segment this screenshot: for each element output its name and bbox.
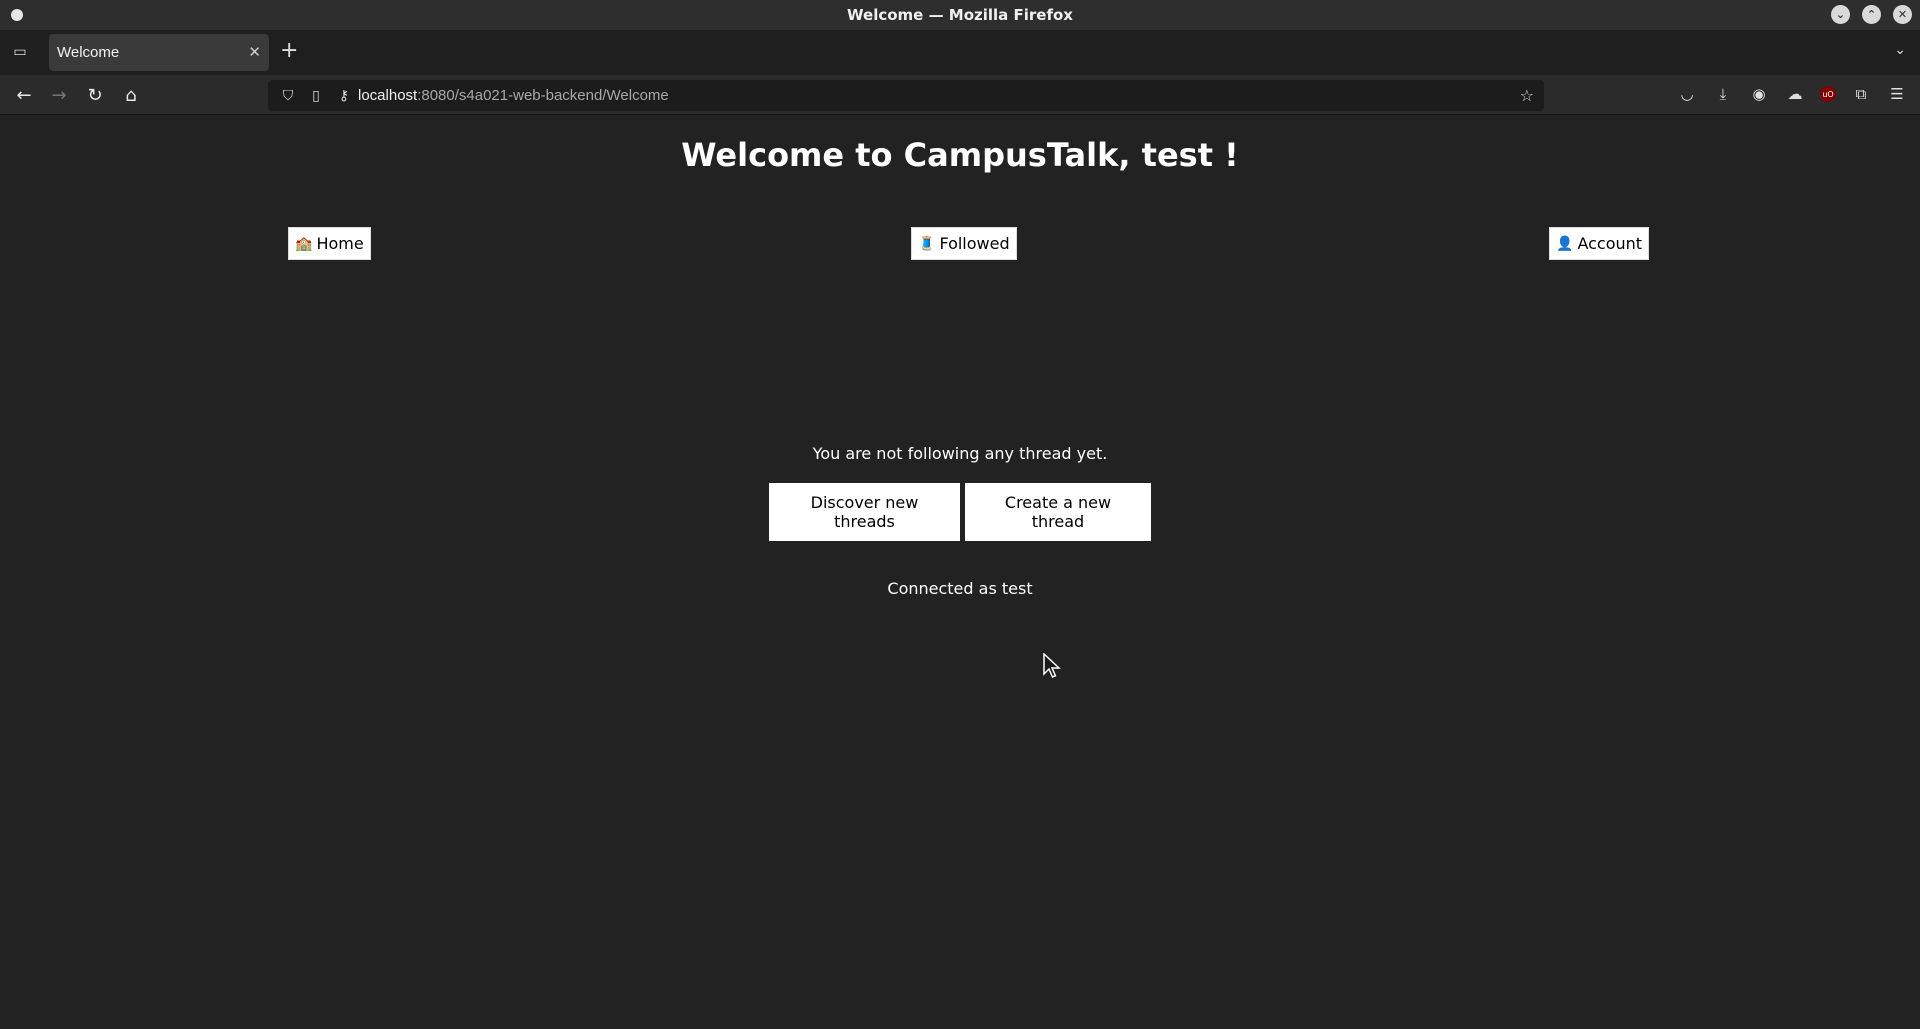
page-content: Welcome to CampusTalk, test ! 🏫 Home 🧵 F… xyxy=(0,116,1920,1029)
user-icon: 👤 xyxy=(1556,235,1574,252)
back-icon[interactable]: ← xyxy=(12,83,36,107)
mouse-cursor-icon xyxy=(1043,653,1061,678)
window-menu-icon[interactable] xyxy=(11,9,23,21)
tab-welcome[interactable]: Welcome ✕ xyxy=(49,34,269,71)
extensions-icon[interactable]: ⧉ xyxy=(1850,83,1872,105)
window-title: Welcome — Mozilla Firefox xyxy=(847,6,1073,24)
tab-label: Welcome xyxy=(57,44,120,61)
tab-overview-icon[interactable]: ▭ xyxy=(10,42,30,62)
nav-account-link[interactable]: 👤 Account xyxy=(1549,227,1650,260)
minimize-icon[interactable]: ⌄ xyxy=(1831,5,1850,24)
close-tab-icon[interactable]: ✕ xyxy=(248,43,261,61)
reload-icon[interactable]: ↻ xyxy=(83,83,107,107)
empty-followed-message: You are not following any thread yet. xyxy=(812,444,1108,463)
connected-status: Connected as test xyxy=(887,579,1033,598)
pocket-icon[interactable]: ◡ xyxy=(1676,83,1698,105)
nav-account-label: Account xyxy=(1577,234,1643,253)
home-icon[interactable]: ⌂ xyxy=(119,83,143,107)
downloads-icon[interactable]: ⤓ xyxy=(1712,83,1734,105)
nav-home-label: Home xyxy=(316,234,364,253)
navigation-toolbar: ← → ↻ ⌂ ⛉ ▯ ⚷ localhost:8080/s4a021-web-… xyxy=(0,75,1920,115)
nav-home-link[interactable]: 🏫 Home xyxy=(288,227,371,260)
window-titlebar: Welcome — Mozilla Firefox ⌄ ⌃ ✕ xyxy=(0,0,1920,30)
thread-actions: Discover new threads Create a new thread xyxy=(769,483,1151,541)
nav-followed-label: Followed xyxy=(939,234,1010,253)
url-path: :8080/s4a021-web-backend/Welcome xyxy=(417,87,669,104)
menu-icon[interactable]: ☰ xyxy=(1886,83,1908,105)
list-all-tabs-icon[interactable]: ⌄ xyxy=(1894,42,1906,58)
thread-icon: 🧵 xyxy=(918,235,936,252)
account-icon[interactable]: ◉ xyxy=(1748,83,1770,105)
new-tab-icon[interactable]: + xyxy=(280,40,298,62)
url-host: localhost xyxy=(358,87,418,104)
toolbar-icons: ◡ ⤓ ◉ ☁ uO ⧉ ☰ xyxy=(1676,83,1908,105)
url-bar[interactable]: ⛉ ▯ ⚷ localhost:8080/s4a021-web-backend/… xyxy=(268,80,1544,111)
bookmark-star-icon[interactable]: ☆ xyxy=(1520,86,1534,105)
tab-strip: ▭ Welcome ✕ + ⌄ xyxy=(0,30,1920,75)
permissions-icon[interactable]: ⚷ xyxy=(336,88,352,104)
maximize-icon[interactable]: ⌃ xyxy=(1862,5,1881,24)
discover-threads-button[interactable]: Discover new threads xyxy=(769,483,960,541)
nav-followed-link[interactable]: 🧵 Followed xyxy=(911,227,1017,260)
page-icon[interactable]: ▯ xyxy=(308,88,324,104)
create-thread-button[interactable]: Create a new thread xyxy=(965,483,1151,541)
page-title: Welcome to CampusTalk, test ! xyxy=(681,136,1239,174)
window-controls: ⌄ ⌃ ✕ xyxy=(1831,5,1912,24)
ublock-icon[interactable]: uO xyxy=(1820,86,1836,102)
shield-icon[interactable]: ⛉ xyxy=(280,88,296,104)
close-window-icon[interactable]: ✕ xyxy=(1893,5,1912,24)
container-icon[interactable]: ☁ xyxy=(1784,83,1806,105)
school-icon: 🏫 xyxy=(295,235,313,252)
forward-icon[interactable]: → xyxy=(47,83,71,107)
